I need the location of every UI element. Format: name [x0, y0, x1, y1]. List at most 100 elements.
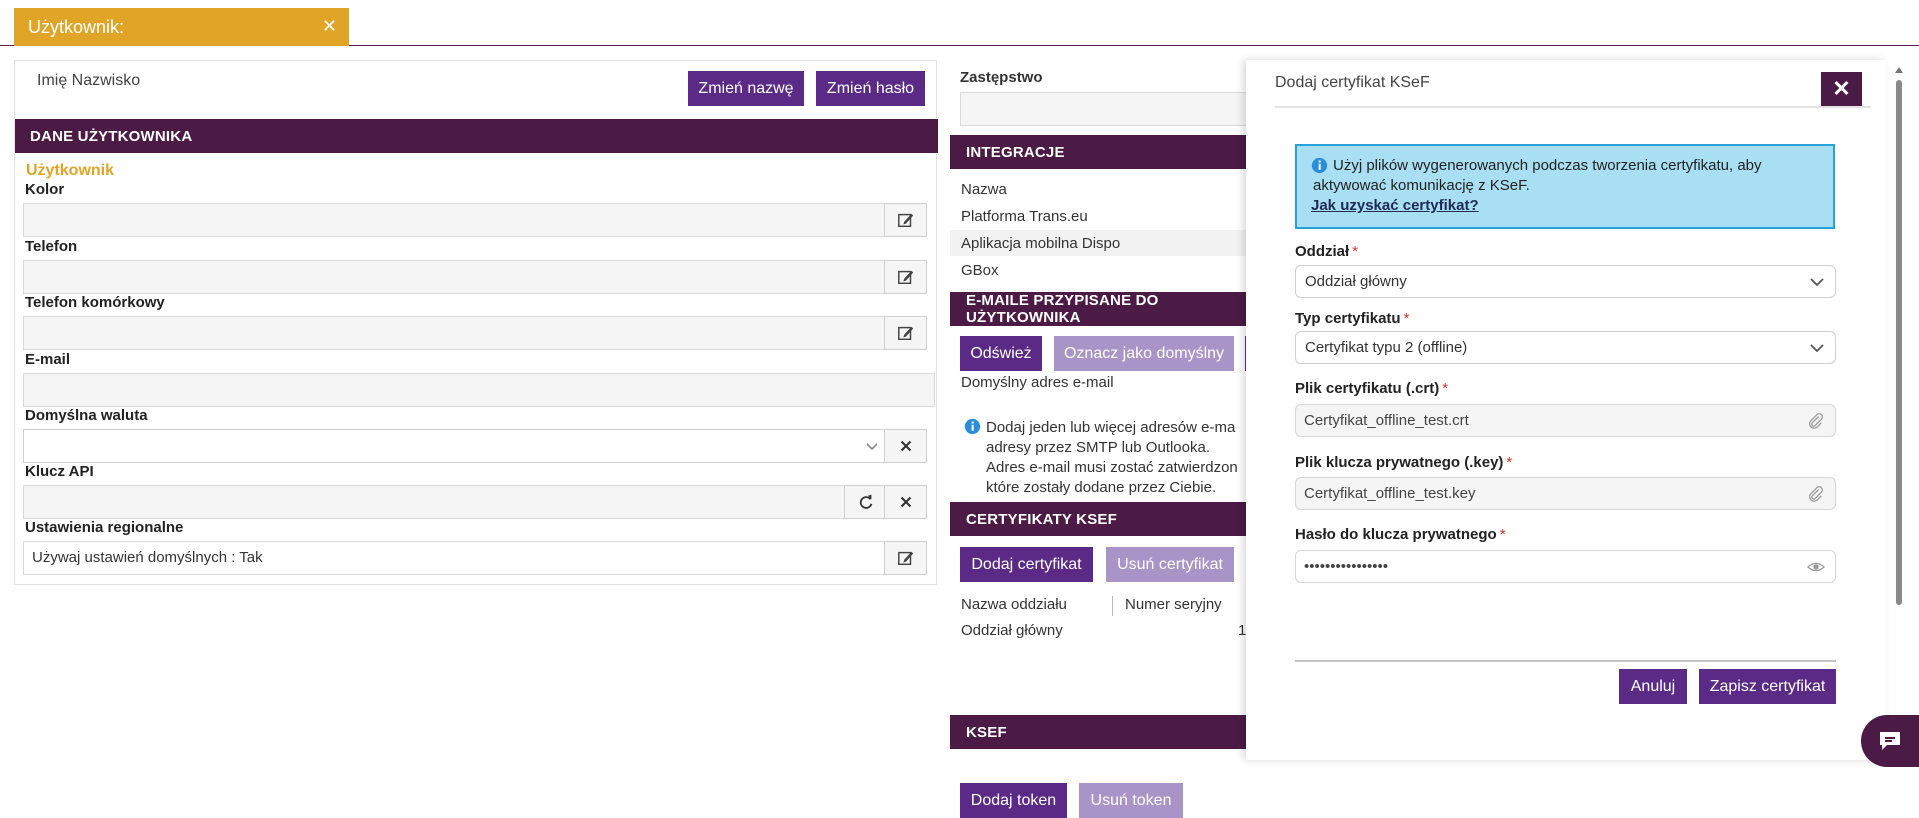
chevron-down-icon: [1810, 278, 1824, 287]
integration-item[interactable]: Aplikacja mobilna Dispo: [961, 235, 1120, 252]
cert-type-select[interactable]: Certyfikat typu 2 (offline): [1295, 331, 1836, 364]
edit-icon: [897, 551, 913, 566]
edit-phone-button[interactable]: [884, 260, 927, 294]
color-label: Kolor: [25, 181, 65, 198]
info-text: Użyj plików wygenerowanych podczas tworz…: [1313, 157, 1762, 194]
scrollbar-thumb[interactable]: [1896, 80, 1902, 605]
eye-icon: [1807, 562, 1825, 572]
rename-button[interactable]: Zmień nazwę: [688, 71, 804, 106]
save-certificate-button[interactable]: Zapisz certyfikat: [1699, 669, 1836, 704]
chevron-down-icon: [866, 443, 878, 451]
info-icon: [964, 418, 981, 435]
edit-icon: [897, 326, 913, 341]
info-line: Dodaj jeden lub więcej adresów e-ma: [986, 419, 1236, 436]
password-input[interactable]: ••••••••••••••••: [1295, 550, 1836, 583]
section-header-emails: E-MAILE PRZYPISANE DO UŻYTKOWNIKA: [950, 292, 1250, 326]
close-icon: [900, 496, 911, 508]
chat-icon: [1880, 732, 1900, 750]
phone-label: Telefon: [25, 238, 78, 255]
close-icon: [900, 440, 911, 452]
cert-row-branch[interactable]: Oddział główny: [961, 622, 1063, 639]
edit-icon: [897, 213, 913, 228]
cert-file-label: Plik certyfikatu (.crt) *: [1295, 380, 1449, 397]
mobile-label: Telefon komórkowy: [25, 294, 165, 311]
integration-item[interactable]: GBox: [961, 262, 999, 279]
branch-select[interactable]: Oddział główny: [1295, 265, 1836, 298]
add-token-button[interactable]: Dodaj token: [960, 783, 1067, 818]
edit-color-button[interactable]: [884, 203, 927, 237]
tab-user[interactable]: Użytkownik: ✕: [14, 8, 349, 46]
section-header-ksef: KSEF: [950, 715, 1250, 749]
password-value: ••••••••••••••••: [1304, 558, 1389, 575]
close-dialog-button[interactable]: ✕: [1821, 72, 1862, 106]
remove-certificate-button[interactable]: Usuń certyfikat: [1106, 547, 1234, 582]
section-header-user-data: DANE UŻYTKOWNIKA: [15, 119, 938, 153]
password-label: Hasło do klucza prywatnego *: [1295, 526, 1506, 543]
cert-column-serial: Numer seryjny: [1125, 596, 1222, 613]
divider: [1295, 660, 1836, 662]
regional-field[interactable]: Używaj ustawień domyślnych : Tak: [23, 541, 892, 575]
chevron-down-icon: [1810, 344, 1824, 353]
info-line: Adres e-mail musi zostać zatwierdzon: [986, 459, 1238, 476]
key-file-label: Plik klucza prywatnego (.key) *: [1295, 454, 1513, 471]
chat-button[interactable]: [1861, 715, 1919, 767]
substitute-label: Zastępstwo: [960, 69, 1043, 86]
section-header-integrations: INTEGRACJE: [950, 135, 1250, 169]
currency-label: Domyślna waluta: [25, 407, 148, 424]
info-icon: [1311, 157, 1328, 174]
regional-label: Ustawienia regionalne: [25, 519, 184, 536]
info-line: adresy przez SMTP lub Outlooka.: [986, 439, 1210, 456]
cert-file-input[interactable]: Certyfikat_offline_test.crt: [1295, 404, 1836, 437]
email-label: E-mail: [25, 351, 71, 368]
cert-file-value: Certyfikat_offline_test.crt: [1304, 412, 1469, 429]
add-certificate-button[interactable]: Dodaj certyfikat: [960, 547, 1093, 582]
info-line: które zostały dodane przez Ciebie.: [986, 479, 1217, 496]
edit-icon: [897, 270, 913, 285]
api-key-field[interactable]: [23, 485, 851, 519]
remove-token-button[interactable]: Usuń token: [1079, 783, 1183, 818]
dialog-title: Dodaj certyfikat KSeF: [1275, 74, 1430, 91]
cert-type-label: Typ certyfikatu *: [1295, 310, 1410, 327]
mobile-field[interactable]: [23, 316, 892, 350]
edit-regional-button[interactable]: [884, 541, 927, 575]
change-password-button[interactable]: Zmień hasło: [816, 71, 925, 106]
mark-default-button[interactable]: Oznacz jako domyślny: [1054, 336, 1234, 371]
cert-column-branch: Nazwa oddziału: [961, 596, 1067, 613]
key-file-value: Certyfikat_offline_test.key: [1304, 485, 1476, 502]
paperclip-icon: [1809, 486, 1823, 502]
close-tab-icon[interactable]: ✕: [322, 16, 337, 37]
integration-item[interactable]: Platforma Trans.eu: [961, 208, 1088, 225]
branch-value: Oddział główny: [1305, 273, 1407, 290]
email-info-text: Dodaj jeden lub więcej adresów e-ma adre…: [986, 418, 1250, 498]
divider: [1275, 106, 1871, 108]
cert-type-value: Certyfikat typu 2 (offline): [1305, 339, 1468, 356]
refresh-api-key-button[interactable]: [844, 485, 887, 519]
email-field[interactable]: [23, 373, 935, 407]
middle-panel: Zastępstwo INTEGRACJE Nazwa Platforma Tr…: [950, 60, 1250, 818]
currency-select[interactable]: [23, 429, 892, 463]
add-ksef-certificate-dialog: Dodaj certyfikat KSeF ✕ Użyj plików wyge…: [1246, 60, 1886, 760]
how-to-get-certificate-link[interactable]: Jak uzyskać certyfikat?: [1311, 196, 1819, 216]
user-subtitle: Użytkownik: [26, 162, 115, 179]
info-box: Użyj plików wygenerowanych podczas tworz…: [1295, 144, 1835, 229]
column-divider: [1112, 596, 1113, 616]
scroll-up-icon: [1895, 67, 1903, 73]
user-data-panel: Imię Nazwisko Zmień nazwę Zmień hasło DA…: [14, 60, 938, 585]
default-email-column: Domyślny adres e-mail: [961, 374, 1114, 391]
clear-currency-button[interactable]: [884, 429, 927, 463]
user-name: Imię Nazwisko: [37, 72, 141, 89]
color-field[interactable]: [23, 203, 892, 237]
clear-api-key-button[interactable]: [884, 485, 927, 519]
tab-title: Użytkownik:: [28, 17, 125, 37]
key-file-input[interactable]: Certyfikat_offline_test.key: [1295, 477, 1836, 510]
edit-mobile-button[interactable]: [884, 316, 927, 350]
branch-label: Oddział *: [1295, 243, 1359, 260]
refresh-icon: [859, 494, 872, 509]
refresh-button[interactable]: Odśwież: [960, 336, 1042, 371]
tab-bar: Użytkownik: ✕: [0, 0, 1919, 46]
cancel-button[interactable]: Anuluj: [1619, 669, 1687, 704]
phone-field[interactable]: [23, 260, 892, 294]
substitute-field[interactable]: [960, 92, 1250, 126]
api-key-label: Klucz API: [25, 463, 94, 480]
paperclip-icon: [1809, 413, 1823, 429]
